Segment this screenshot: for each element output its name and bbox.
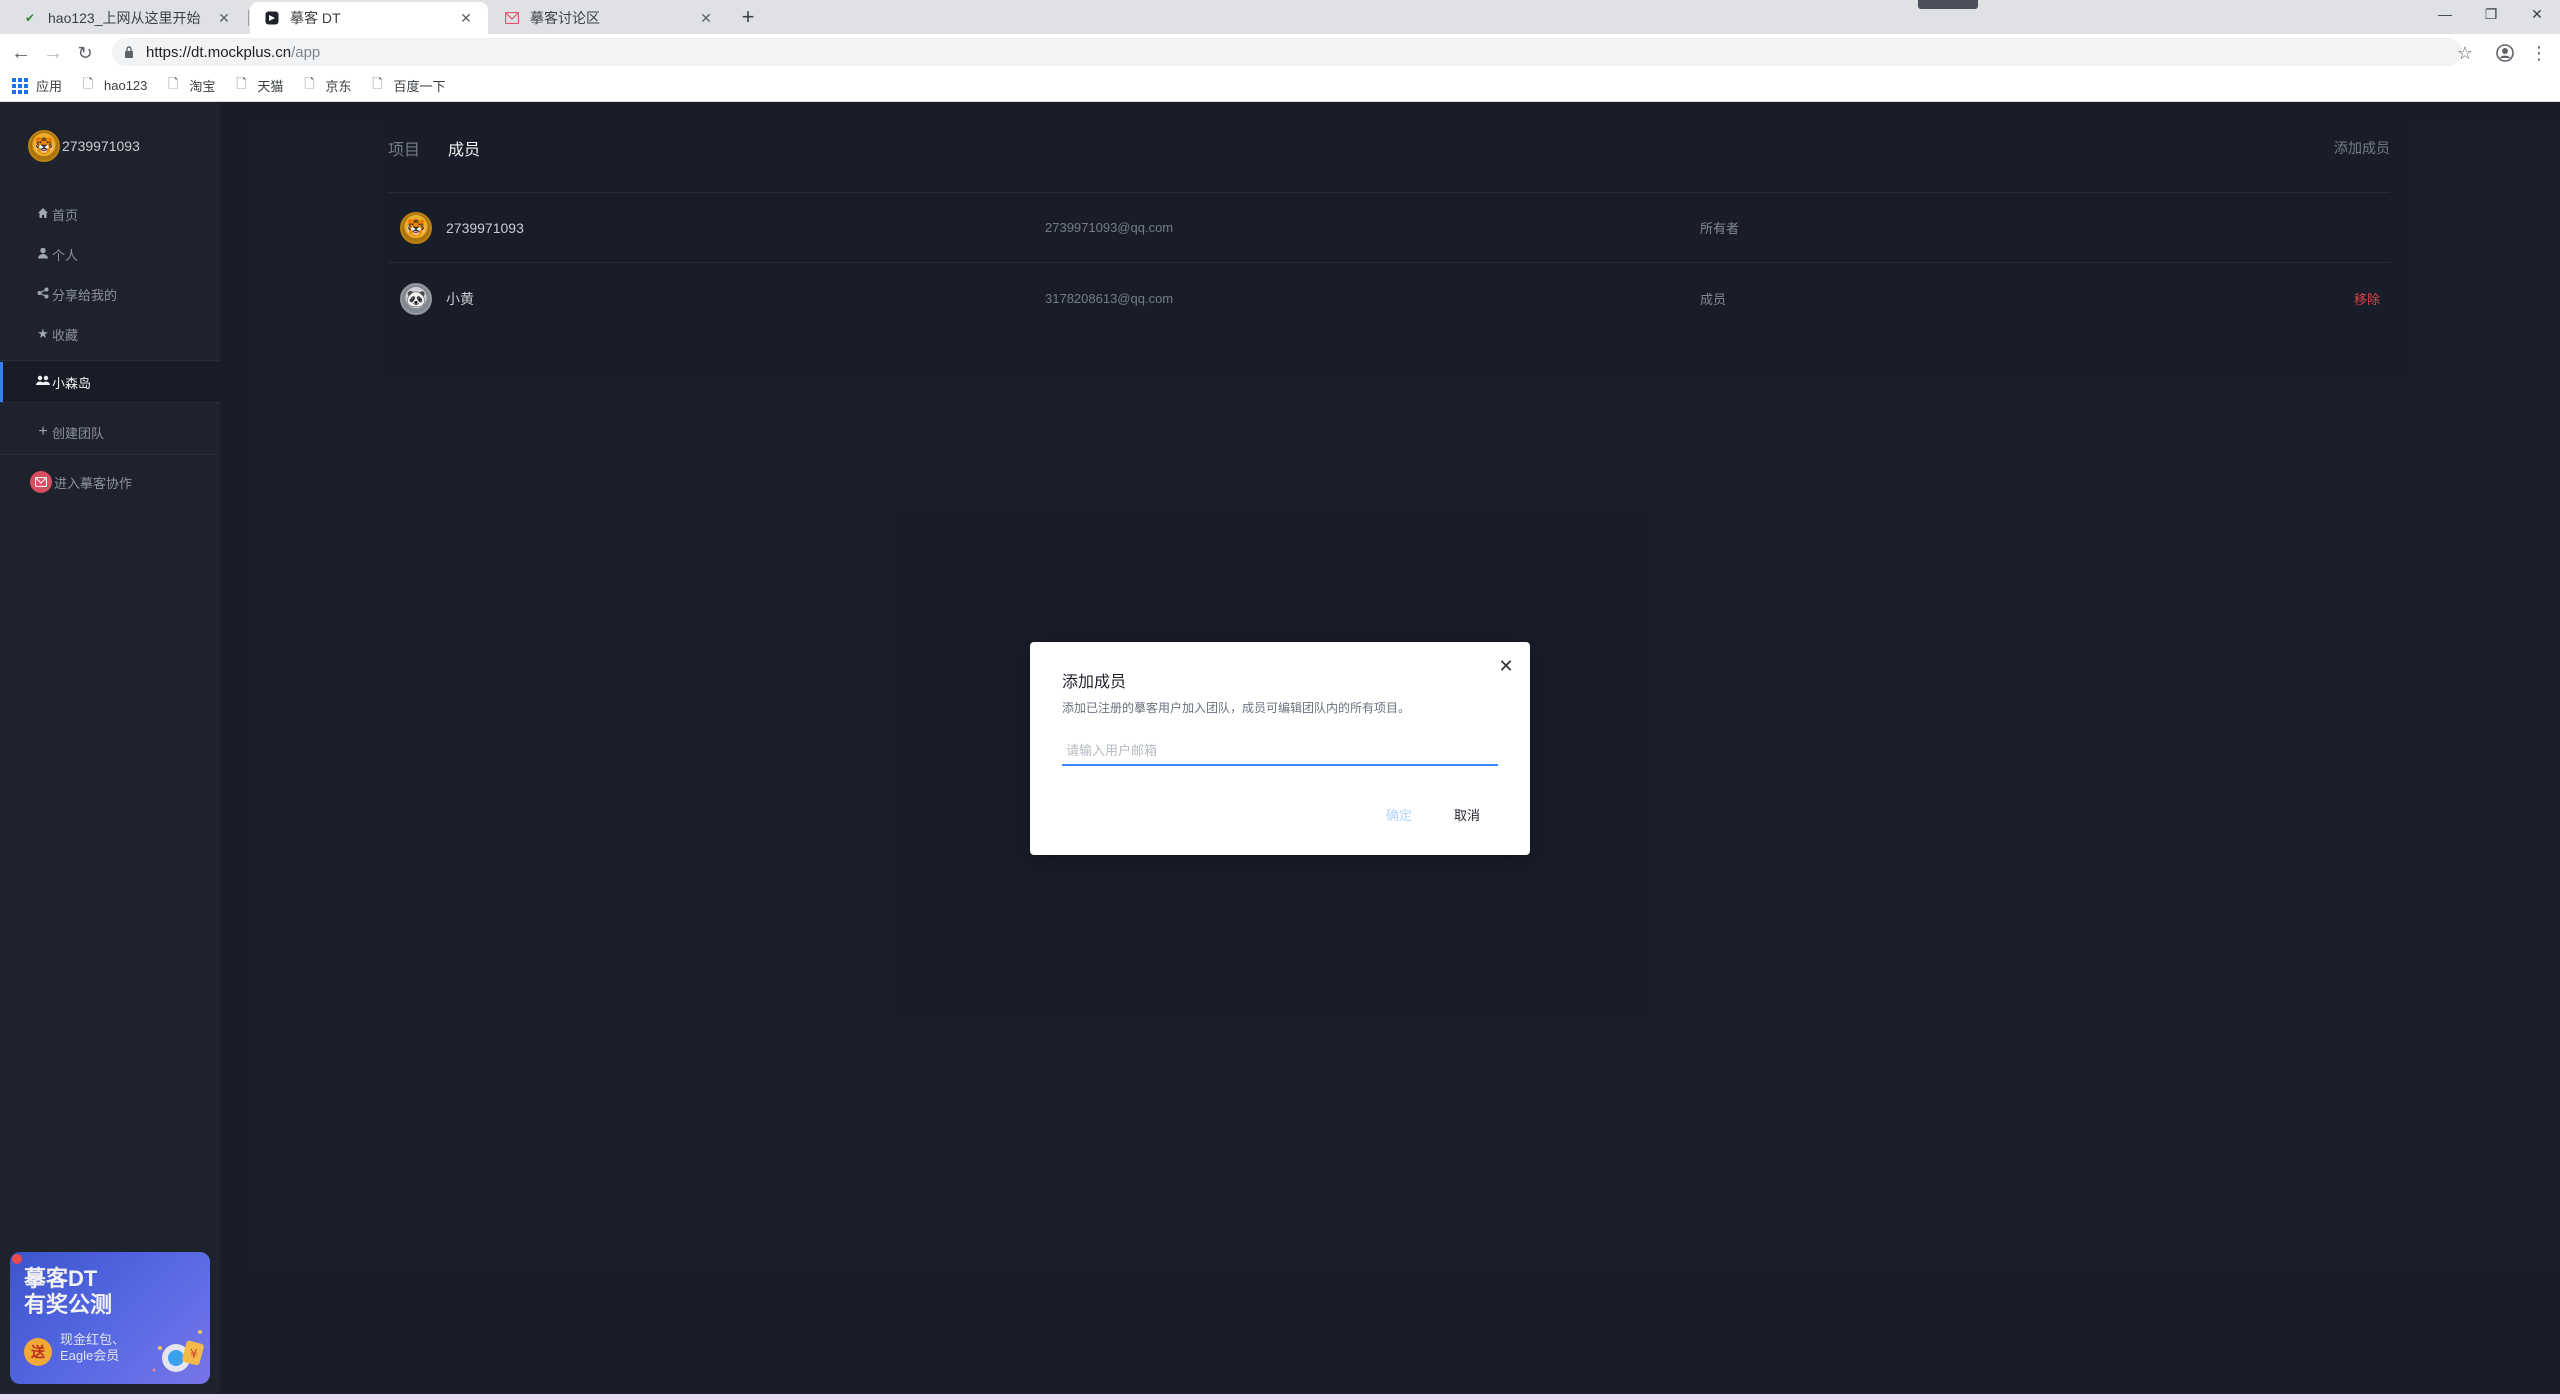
page-icon: 🗋	[168, 75, 179, 91]
bookmark-label: hao123	[104, 78, 148, 93]
confirm-button[interactable]: 确定	[1386, 805, 1412, 824]
taskbar-strip	[0, 1394, 2560, 1400]
browser-tab-mockplus-forum[interactable]: 摹客讨论区 ✕	[490, 2, 728, 34]
forward-arrow-icon[interactable]: →	[40, 40, 66, 66]
bookmark-label: 淘宝	[189, 79, 216, 94]
address-bar[interactable]: https://dt.mockplus.cn/app	[112, 38, 2462, 66]
more-menu-icon[interactable]: ⋮	[2526, 40, 2552, 66]
url-host: https://dt.mockplus.cn	[146, 43, 292, 61]
bookmark-jd[interactable]: 🗋 京东	[301, 76, 351, 95]
bookmark-taobao[interactable]: 🗋 淘宝	[165, 76, 215, 95]
browser-tab-hao123[interactable]: ✔ hao123_上网从这里开始 ✕	[8, 2, 246, 34]
tab-title: hao123_上网从这里开始	[48, 10, 201, 26]
page-icon: 🗋	[304, 75, 315, 91]
browser-tab-bar: ✔ hao123_上网从这里开始 ✕ 摹客 DT ✕ 摹客讨论区 ✕ + — ❐…	[0, 0, 2560, 34]
minimize-icon[interactable]: —	[2422, 0, 2468, 30]
bookmark-tmall[interactable]: 🗋 天猫	[233, 76, 283, 95]
tab-close-icon[interactable]: ✕	[216, 10, 232, 26]
bookmark-apps[interactable]: 应用	[12, 76, 62, 95]
bookmark-baidu[interactable]: 🗋 百度一下	[369, 76, 445, 95]
page-icon: 🗋	[236, 75, 247, 91]
mail-favicon-icon	[504, 10, 520, 26]
window-drag-handle	[1918, 0, 1978, 9]
close-icon[interactable]: ✕	[1496, 656, 1516, 676]
bookmark-star-icon[interactable]: ☆	[2452, 40, 2478, 66]
apps-grid-icon	[12, 77, 28, 94]
dialog-description: 添加已注册的摹客用户加入团队，成员可编辑团队内的所有项目。	[1062, 701, 1411, 715]
app-root: 🐯 2739971093 首页 个人 分享给我的 ★ 收藏 小森岛 + 创建团队…	[0, 102, 2560, 1394]
cancel-button[interactable]: 取消	[1454, 805, 1480, 824]
profile-icon[interactable]	[2492, 40, 2518, 66]
close-window-icon[interactable]: ✕	[2514, 0, 2560, 30]
tab-title: 摹客讨论区	[530, 10, 600, 26]
tab-title: 摹客 DT	[290, 10, 341, 26]
hao123-favicon-icon: ✔	[24, 11, 36, 25]
tab-close-icon[interactable]: ✕	[698, 10, 714, 26]
page-icon: 🗋	[372, 75, 383, 91]
tab-close-icon[interactable]: ✕	[458, 10, 474, 26]
lock-icon	[120, 43, 138, 61]
browser-tab-mockplus-dt[interactable]: 摹客 DT ✕	[250, 2, 488, 34]
bookmark-hao123[interactable]: 🗋 hao123	[80, 75, 148, 94]
bookmark-label: 百度一下	[393, 79, 446, 94]
mockplus-dt-favicon-icon	[264, 10, 280, 26]
dialog-title: 添加成员	[1062, 674, 1127, 691]
email-input[interactable]	[1062, 736, 1498, 766]
new-tab-button[interactable]: +	[736, 5, 760, 29]
browser-toolbar: ← → ↻ https://dt.mockplus.cn/app ☆ ⋮	[0, 34, 2560, 70]
back-arrow-icon[interactable]: ←	[8, 40, 34, 66]
bookmark-label: 应用	[36, 79, 63, 94]
tab-separator	[248, 10, 249, 26]
add-member-dialog: ✕ 添加成员 添加已注册的摹客用户加入团队，成员可编辑团队内的所有项目。 确定 …	[1030, 642, 1530, 855]
page-icon: 🗋	[82, 75, 94, 91]
restore-icon[interactable]: ❐	[2468, 0, 2514, 30]
bookmarks-bar: 应用 🗋 hao123 🗋 淘宝 🗋 天猫 🗋 京东 🗋 百度一下	[0, 70, 2560, 102]
url-path: /app	[291, 43, 321, 61]
bookmark-label: 天猫	[257, 79, 284, 94]
reload-icon[interactable]: ↻	[72, 40, 98, 66]
bookmark-label: 京东	[325, 79, 352, 94]
